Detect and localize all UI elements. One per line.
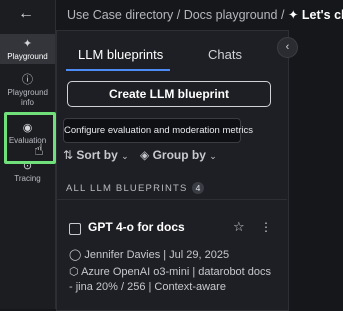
rail-item-playground-info[interactable]: ⓘ Playground info	[0, 74, 55, 108]
blueprint-owner-line: ◯ Jennifer Davies | Jul 29, 2025	[69, 248, 229, 261]
blueprint-title[interactable]: GPT 4-o for docs	[88, 220, 185, 234]
tab-chats[interactable]: Chats	[208, 47, 242, 62]
group-label: Group by	[152, 148, 206, 162]
sparkle-icon: ✦	[287, 8, 299, 22]
section-title: ALL LLM BLUEPRINTS	[66, 183, 188, 194]
evaluation-highlight-box	[4, 112, 56, 164]
star-icon[interactable]: ☆	[233, 219, 245, 235]
sparkle-icon: ✦	[22, 38, 33, 50]
rail-item-label: Playground	[7, 52, 48, 61]
tab-llm-blueprints[interactable]: LLM blueprints	[78, 47, 182, 62]
rail-item-label: Tracing	[14, 174, 41, 183]
details-text-2: - jina 20% / 256 | Context-aware	[69, 281, 226, 293]
count-badge: 4	[191, 182, 205, 194]
group-by-button[interactable]: ◈ Group by ⌄	[140, 148, 217, 162]
layers-icon: ◈	[140, 148, 150, 162]
section-header: ALL LLM BLUEPRINTS 4	[66, 182, 205, 194]
hand-cursor-icon: ☝	[34, 142, 44, 159]
arrow-left-icon[interactable]: ←	[18, 5, 34, 23]
select-checkbox[interactable]	[69, 223, 81, 235]
details-text: Azure OpenAI o3-mini | datarobot docs	[81, 266, 272, 278]
active-tab-indicator	[66, 69, 170, 71]
user-icon: ◯	[69, 249, 82, 261]
chevron-down-icon: ⌄	[209, 151, 217, 161]
chevron-left-icon[interactable]: ‹	[277, 37, 298, 58]
breadcrumb-current: Let's chat	[301, 8, 343, 22]
more-vertical-icon[interactable]: ⋮	[260, 220, 272, 234]
section-divider	[56, 199, 287, 200]
breadcrumb-path[interactable]: Use Case directory / Docs playground /	[67, 8, 284, 22]
blueprint-details-line: ⬡ Azure OpenAI o3-mini | datarobot docs	[69, 265, 271, 278]
chevron-down-icon: ⌄	[121, 151, 129, 161]
sort-label: Sort by	[76, 148, 118, 162]
breadcrumb: Use Case directory / Docs playground / ✦…	[56, 0, 343, 30]
sort-by-button[interactable]: ⇅ Sort by ⌄	[63, 148, 129, 162]
rail-item-playground[interactable]: ✦ Playground	[0, 34, 55, 64]
cube-icon: ⬡	[69, 266, 79, 278]
info-circle-icon: ⓘ	[22, 74, 33, 86]
panel-tabs: LLM blueprints Chats	[68, 47, 288, 69]
rail-item-label: Playground info	[7, 88, 48, 107]
create-llm-blueprint-button[interactable]: Create LLM blueprint	[67, 81, 271, 107]
sort-icon: ⇅	[63, 148, 74, 162]
owner-date: Jennifer Davies | Jul 29, 2025	[84, 249, 230, 261]
blueprint-details-line-2: - jina 20% / 256 | Context-aware	[69, 281, 226, 293]
evaluation-tooltip: Configure evaluation and moderation metr…	[63, 118, 253, 143]
